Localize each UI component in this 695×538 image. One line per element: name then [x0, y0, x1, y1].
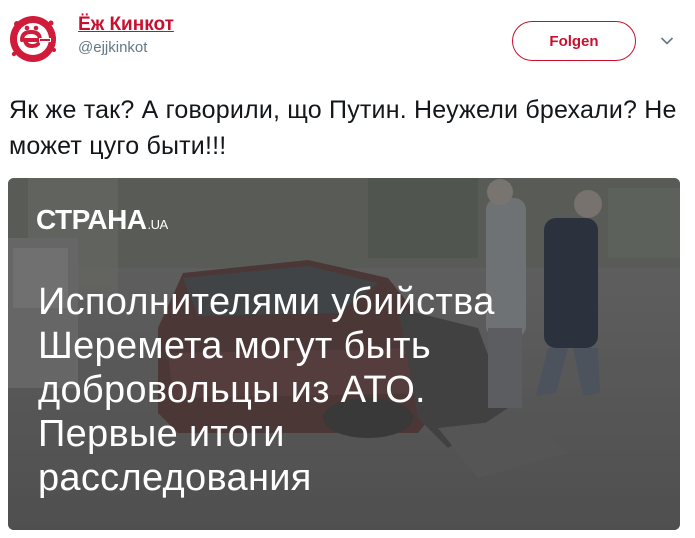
- headline-line: Исполнителями убийства: [38, 281, 495, 323]
- headline-line: Шеремета могут быть: [38, 325, 431, 367]
- follow-button[interactable]: Folgen: [512, 21, 636, 61]
- author-block: Ёж Кинкот @ejjkinkot: [78, 14, 174, 56]
- headline-line: расследования: [38, 457, 312, 499]
- avatar[interactable]: [8, 14, 58, 64]
- logo-tld: .UA: [147, 217, 169, 232]
- media-headline: Исполнителями убийства Шеремета могут бы…: [38, 280, 598, 500]
- author-handle[interactable]: @ejjkinkot: [78, 39, 174, 56]
- tweet-text: Як же так? А говорили, що Путин. Неужели…: [9, 96, 677, 160]
- logo-main: СТРАНА: [36, 204, 147, 235]
- author-display-name[interactable]: Ёж Кинкот: [78, 14, 174, 36]
- headline-line: Первые итоги: [38, 413, 285, 455]
- chevron-down-icon[interactable]: [660, 36, 674, 46]
- headline-line: добровольцы из АТО.: [38, 369, 426, 411]
- strana-logo: СТРАНА.UA: [36, 204, 168, 236]
- tweet-card: Ёж Кинкот @ejjkinkot Folgen Як же так? А…: [0, 0, 695, 538]
- media-image[interactable]: СТРАНА.UA Исполнителями убийства Шеремет…: [8, 178, 680, 530]
